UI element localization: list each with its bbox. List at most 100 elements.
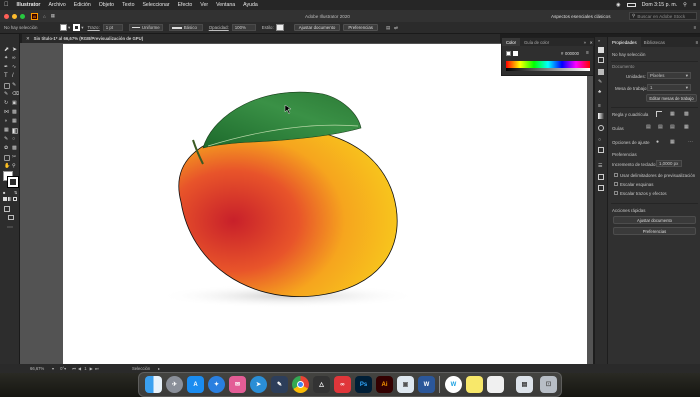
hex-input[interactable]: 000000	[565, 51, 579, 56]
grid-icon[interactable]: ▦	[670, 111, 675, 117]
chevron-down-icon[interactable]: ▾	[68, 25, 70, 31]
artboard-tool-icon[interactable]	[4, 155, 10, 161]
illustrator-icon[interactable]: Ai	[376, 376, 393, 393]
menu-app-name[interactable]: Illustrator	[13, 2, 45, 8]
next-artboard-icon[interactable]: ▶	[90, 366, 93, 371]
rectangle-tool-icon[interactable]	[4, 83, 10, 89]
lasso-tool-icon[interactable]: ∞	[12, 55, 16, 61]
stroke-swatch[interactable]	[73, 24, 81, 31]
collapse-icon[interactable]: »	[584, 40, 586, 45]
finder-icon[interactable]	[145, 376, 162, 393]
perspective-grid-icon[interactable]: ▦	[684, 124, 689, 130]
artboard[interactable]	[63, 44, 587, 364]
preferences-button[interactable]: Preferencias	[613, 227, 696, 235]
safari-icon[interactable]: ✦	[208, 376, 225, 393]
word-icon[interactable]: W	[418, 376, 435, 393]
symbols-icon[interactable]: ♣	[598, 89, 601, 95]
artboards-icon[interactable]	[598, 174, 604, 180]
preferences-button[interactable]: Preferencias	[343, 24, 378, 31]
home-icon[interactable]: ⌂	[43, 14, 46, 19]
screen-mode-icon[interactable]	[8, 215, 14, 220]
free-transform-tool-icon[interactable]: ▩	[12, 109, 17, 115]
menu-archivo[interactable]: Archivo	[44, 2, 69, 8]
close-panel-icon[interactable]: ✕	[589, 40, 593, 45]
gradient-mode-icon[interactable]	[8, 197, 12, 201]
search-icon[interactable]: ⚲	[683, 2, 687, 8]
menu-ayuda[interactable]: Ayuda	[239, 2, 262, 8]
maximize-window-icon[interactable]	[20, 13, 25, 19]
trash-icon[interactable]: ⚀	[540, 376, 557, 393]
color-panel-icon[interactable]	[598, 47, 604, 53]
folder-icon[interactable]	[487, 376, 504, 393]
transform-icon[interactable]: ⇄	[394, 25, 398, 31]
stroke-color-icon[interactable]	[7, 176, 19, 188]
default-colors-icon[interactable]: ■	[3, 190, 5, 195]
rotate-tool-icon[interactable]: ↻	[4, 100, 8, 106]
paintbrush-tool-icon[interactable]: ✎	[12, 82, 16, 88]
menu-edicion[interactable]: Edición	[70, 2, 95, 8]
export-icon[interactable]	[598, 185, 604, 191]
chevron-down-icon[interactable]: ▾	[81, 25, 83, 31]
panel-menu-icon[interactable]: ≡	[695, 40, 698, 45]
tab-color-guide[interactable]: Guía de color	[520, 40, 553, 45]
chevron-right-icon[interactable]: ▸	[158, 366, 160, 371]
chevron-down-icon[interactable]: ▾	[52, 366, 54, 371]
tab-color[interactable]: Color	[502, 38, 521, 46]
panel-menu-icon[interactable]: ≡	[693, 25, 696, 30]
prev-artboard-icon[interactable]: ◀	[78, 366, 81, 371]
opacity-input[interactable]: 100%	[231, 24, 256, 31]
launchpad-icon[interactable]: ✈	[166, 376, 183, 393]
gradient-panel-icon[interactable]	[598, 113, 604, 119]
more-options-icon[interactable]: ⋯	[688, 139, 693, 145]
chrome-icon[interactable]	[292, 376, 309, 393]
graphic-styles-icon[interactable]	[598, 147, 604, 153]
menu-objeto[interactable]: Objeto	[95, 2, 118, 8]
keyboard-increment-input[interactable]: 1,0000 px	[656, 160, 682, 167]
magic-wand-tool-icon[interactable]: ✦	[4, 55, 8, 61]
appearance-icon[interactable]: ○	[598, 137, 601, 143]
notes-icon[interactable]	[466, 376, 483, 393]
scale-tool-icon[interactable]: ▣	[12, 100, 17, 106]
pixel-grid-icon[interactable]: ▩	[684, 111, 689, 117]
mango-illustration[interactable]	[63, 44, 587, 364]
gradient-tool-icon[interactable]	[12, 128, 18, 134]
battery-icon[interactable]	[626, 3, 636, 7]
show-guides-icon[interactable]: ▤	[646, 124, 651, 130]
artboard-number[interactable]: 1	[84, 366, 86, 371]
blend-tool-icon[interactable]: ○	[12, 136, 15, 142]
perspective-tool-icon[interactable]: ▦	[12, 118, 17, 124]
close-tab-icon[interactable]: ✕	[26, 36, 30, 42]
close-window-icon[interactable]	[4, 13, 9, 19]
stroke-panel-icon[interactable]: ≡	[598, 103, 601, 109]
style-swatch[interactable]	[275, 24, 284, 31]
mail-icon[interactable]: ✉	[229, 376, 246, 393]
stroke-indicator[interactable]	[513, 51, 518, 56]
wunderlist-icon[interactable]: W	[445, 376, 462, 393]
quill-icon[interactable]: ✎	[271, 376, 288, 393]
snap-point-icon[interactable]: ●	[656, 139, 659, 145]
menu-ver[interactable]: Ver	[196, 2, 212, 8]
width-tool-icon[interactable]: ⋈	[4, 109, 9, 115]
doc-setup-button[interactable]: Ajustar documento	[613, 216, 696, 224]
type-tool-icon[interactable]: T	[4, 73, 8, 79]
creative-cloud-icon[interactable]: ∞	[334, 376, 351, 393]
eyedropper-tool-icon[interactable]: ✎	[4, 136, 8, 142]
document-tab[interactable]: ✕ Sin título-1* al 66,67% (RGB/Previsual…	[22, 34, 500, 43]
menu-list-icon[interactable]: ≡	[693, 2, 696, 8]
swap-colors-icon[interactable]: ⇅	[14, 190, 17, 195]
layers-icon[interactable]: ☰	[598, 163, 602, 169]
menu-ventana[interactable]: Ventana	[212, 2, 239, 8]
units-dropdown[interactable]: Píxeles ▾	[647, 72, 691, 79]
first-artboard-icon[interactable]: ⏮	[72, 366, 76, 371]
layout-icon[interactable]: ▦	[51, 13, 55, 19]
arrange-icon[interactable]: ▤	[386, 25, 390, 31]
shape-builder-tool-icon[interactable]: ◑	[4, 118, 7, 124]
stock-search-field[interactable]: ⚲ Buscar en Adobe Stock	[629, 12, 697, 20]
photoshop-icon[interactable]: Ps	[355, 376, 372, 393]
snap-grid-icon[interactable]: ▦	[670, 139, 675, 145]
photos-icon[interactable]: ▣	[397, 376, 414, 393]
fill-swatch[interactable]	[60, 24, 67, 31]
ruler-icon[interactable]	[656, 111, 662, 117]
chevron-down-icon[interactable]: ▾	[64, 366, 66, 371]
menu-texto[interactable]: Texto	[118, 2, 138, 8]
